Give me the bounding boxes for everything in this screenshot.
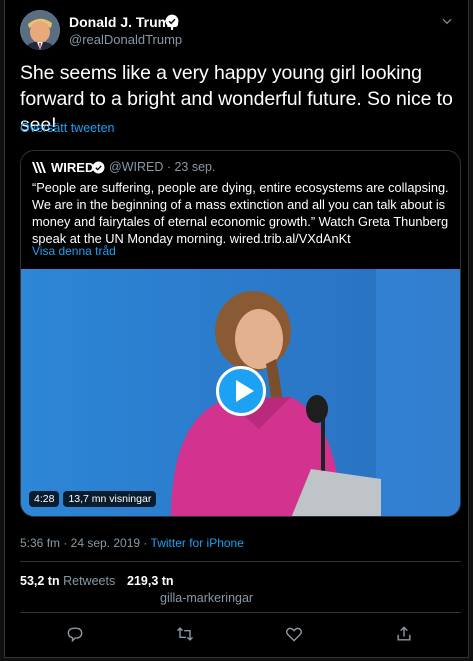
video-player[interactable]: 4:28 13,7 mn visningar — [21, 269, 460, 516]
reply-icon[interactable] — [65, 624, 85, 644]
share-icon[interactable] — [394, 624, 414, 644]
retweets-count: 53,2 tn — [20, 574, 60, 588]
action-bar — [5, 624, 470, 650]
tweet-source[interactable]: Twitter for iPhone — [151, 536, 244, 550]
tweet-card: Donald J. Trump @realDonaldTrump She see… — [4, 0, 469, 658]
wired-logo-icon — [32, 162, 46, 173]
verified-icon — [165, 14, 179, 28]
retweets-label: Retweets — [63, 574, 116, 588]
likes-count: 219,3 tn — [127, 574, 174, 588]
likes-label[interactable]: gilla-markeringar — [160, 591, 253, 605]
window-frame: Donald J. Trump @realDonaldTrump She see… — [0, 0, 473, 661]
author-name[interactable]: Donald J. Trump — [69, 14, 179, 30]
divider — [20, 561, 461, 562]
video-views: 13,7 mn visningar — [63, 491, 157, 507]
retweets-stat[interactable]: 53,2 tn Retweets — [20, 574, 115, 588]
translate-tweet-link[interactable]: Översätt tweeten — [20, 121, 115, 135]
avatar[interactable] — [20, 10, 60, 50]
chevron-down-icon[interactable] — [440, 14, 454, 28]
quoted-handle-date: @WIRED · 23 sep. — [109, 160, 216, 174]
show-thread-link[interactable]: Visa denna tråd — [32, 244, 116, 258]
video-duration: 4:28 — [29, 491, 60, 507]
quoted-text: “People are suffering, people are dying,… — [32, 180, 449, 246]
quoted-author-name[interactable]: WIRED — [51, 160, 94, 175]
video-badges: 4:28 13,7 mn visningar — [29, 491, 157, 507]
retweet-icon[interactable] — [175, 624, 195, 644]
avatar-image — [20, 10, 60, 50]
play-button[interactable] — [216, 366, 266, 416]
tweet-meta: 5:36 fm · 24 sep. 2019 · Twitter for iPh… — [20, 536, 244, 550]
likes-stat[interactable]: 219,3 tn — [127, 574, 174, 588]
verified-icon — [92, 161, 105, 174]
author-handle[interactable]: @realDonaldTrump — [69, 32, 182, 47]
divider — [20, 612, 461, 613]
tweet-timestamp[interactable]: 5:36 fm · 24 sep. 2019 · — [20, 536, 151, 550]
like-icon[interactable] — [284, 624, 304, 644]
quoted-tweet[interactable]: WIRED @WIRED · 23 sep. “People are suffe… — [20, 150, 461, 517]
